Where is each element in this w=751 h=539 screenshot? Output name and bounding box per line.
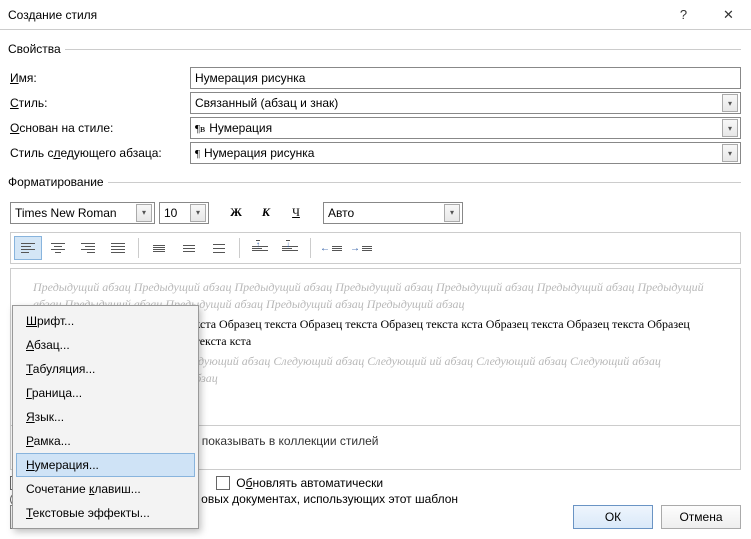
styletype-label: Стиль: xyxy=(10,96,190,110)
menu-tabs[interactable]: Табуляция... xyxy=(16,357,195,381)
format-menu: Шрифт... Абзац... Табуляция... Граница..… xyxy=(12,305,199,529)
font-size-value: 10 xyxy=(164,206,177,220)
space-before-inc-button[interactable]: ↑ xyxy=(246,236,274,260)
chevron-down-icon: ▾ xyxy=(136,204,152,222)
dialog-title: Создание стиля xyxy=(8,8,97,22)
properties-legend: Свойства xyxy=(8,42,65,56)
align-center-button[interactable] xyxy=(44,236,72,260)
styletype-select[interactable]: Связанный (абзац и знак) ▾ xyxy=(190,92,741,114)
basedon-select[interactable]: ¶вНумерация ▾ xyxy=(190,117,741,139)
font-color-select[interactable]: Авто ▾ xyxy=(323,202,463,224)
align-right-button[interactable] xyxy=(74,236,102,260)
line-spacing-1-button[interactable] xyxy=(145,236,173,260)
name-label: Имя: xyxy=(10,71,190,85)
chevron-down-icon: ▾ xyxy=(722,119,738,137)
basedon-label: Основан на стиле: xyxy=(10,121,190,135)
titlebar-controls: ? ✕ xyxy=(661,0,751,29)
chevron-down-icon: ▾ xyxy=(722,144,738,162)
chevron-down-icon: ▾ xyxy=(190,204,206,222)
menu-frame[interactable]: Рамка... xyxy=(16,429,195,453)
separator xyxy=(310,238,311,258)
increase-indent-button[interactable]: → xyxy=(347,236,375,260)
align-justify-button[interactable] xyxy=(104,236,132,260)
separator xyxy=(138,238,139,258)
separator xyxy=(239,238,240,258)
auto-update-label: Обновлять автоматически xyxy=(236,476,383,490)
font-family-select[interactable]: Times New Roman ▾ xyxy=(10,202,155,224)
bold-button[interactable]: Ж xyxy=(223,201,249,224)
name-input[interactable] xyxy=(190,67,741,89)
font-family-value: Times New Roman xyxy=(15,206,117,220)
decrease-indent-button[interactable]: ← xyxy=(317,236,345,260)
menu-language[interactable]: Язык... xyxy=(16,405,195,429)
basedon-value: ¶вНумерация xyxy=(195,121,272,135)
font-toolbar: Times New Roman ▾ 10 ▾ Ж К Ч Авто ▾ xyxy=(10,201,741,224)
menu-paragraph[interactable]: Абзац... xyxy=(16,333,195,357)
auto-update-checkbox[interactable] xyxy=(216,476,230,490)
menu-shortcut[interactable]: Сочетание клавиш... xyxy=(16,477,195,501)
nextstyle-label: Стиль следующего абзаца: xyxy=(10,146,190,160)
chevron-down-icon: ▾ xyxy=(444,204,460,222)
nextstyle-value: ¶Нумерация рисунка xyxy=(195,146,314,160)
menu-font[interactable]: Шрифт... xyxy=(16,309,195,333)
line-spacing-1-5-button[interactable] xyxy=(175,236,203,260)
formatting-legend: Форматирование xyxy=(8,175,108,189)
underline-button[interactable]: Ч xyxy=(283,201,309,224)
close-button[interactable]: ✕ xyxy=(706,0,751,29)
titlebar: Создание стиля ? ✕ xyxy=(0,0,751,30)
properties-group: Свойства Имя: Стиль: Связанный (абзац и … xyxy=(10,42,741,167)
chevron-down-icon: ▾ xyxy=(722,94,738,112)
styletype-value: Связанный (абзац и знак) xyxy=(195,96,338,110)
line-spacing-2-button[interactable] xyxy=(205,236,233,260)
menu-border[interactable]: Граница... xyxy=(16,381,195,405)
menu-text-effects[interactable]: Текстовые эффекты... xyxy=(16,501,195,525)
ok-button[interactable]: ОК xyxy=(573,505,653,529)
font-color-value: Авто xyxy=(328,206,354,220)
menu-numbering[interactable]: Нумерация... xyxy=(16,453,195,477)
font-size-select[interactable]: 10 ▾ xyxy=(159,202,209,224)
space-before-dec-button[interactable]: ↓ xyxy=(276,236,304,260)
paragraph-toolbar: ↑ ↓ ← → xyxy=(10,232,741,264)
nextstyle-select[interactable]: ¶Нумерация рисунка ▾ xyxy=(190,142,741,164)
cancel-button[interactable]: Отмена xyxy=(661,505,741,529)
help-button[interactable]: ? xyxy=(661,0,706,29)
align-left-button[interactable] xyxy=(14,236,42,260)
italic-button[interactable]: К xyxy=(253,201,279,224)
